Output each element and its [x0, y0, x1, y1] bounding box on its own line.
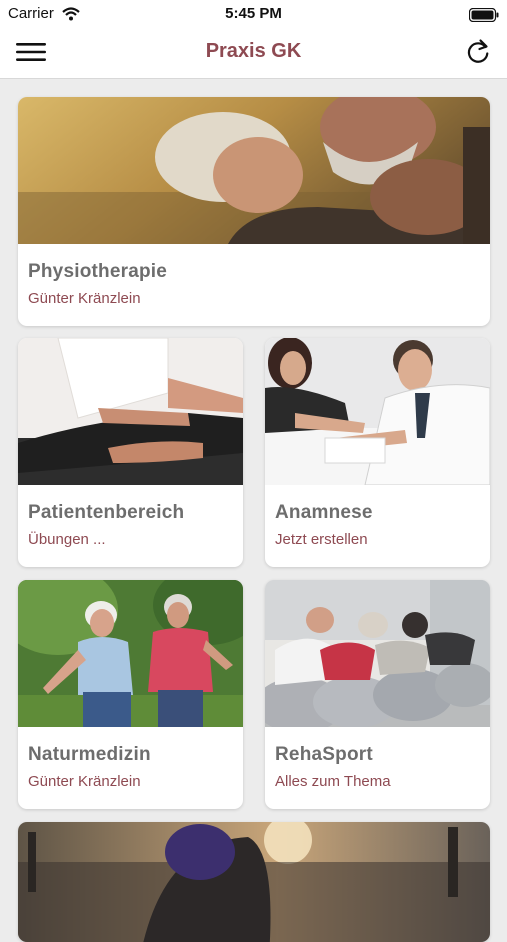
- tile-patientenbereich[interactable]: Patientenbereich Übungen ...: [18, 338, 243, 567]
- tile-image: [18, 822, 490, 942]
- status-bar: Carrier 5:45 PM: [0, 0, 507, 28]
- tile-subtitle: Günter Kränzlein: [28, 773, 141, 790]
- tile-partial[interactable]: [18, 822, 490, 942]
- tile-image: [265, 580, 490, 727]
- tile-subtitle: Alles zum Thema: [275, 773, 391, 790]
- tile-naturmedizin[interactable]: Naturmedizin Günter Kränzlein: [18, 580, 243, 809]
- tile-image: [265, 338, 490, 485]
- tile-title: Naturmedizin: [28, 744, 151, 765]
- tile-title: Physiotherapie: [28, 261, 168, 282]
- tile-image: [18, 338, 243, 485]
- tile-title: Anamnese: [275, 502, 373, 523]
- refresh-icon[interactable]: [465, 38, 491, 66]
- tile-subtitle: Jetzt erstellen: [275, 531, 368, 548]
- tile-title: Patientenbereich: [28, 502, 185, 523]
- navigation-bar: Praxis GK: [0, 28, 507, 79]
- tile-image: [18, 97, 490, 244]
- status-time: 5:45 PM: [225, 5, 282, 22]
- tile-subtitle: Günter Kränzlein: [28, 290, 141, 307]
- tile-physiotherapie[interactable]: Physiotherapie Günter Kränzlein: [18, 97, 490, 326]
- battery-icon: [468, 7, 499, 27]
- page-title: Praxis GK: [205, 40, 302, 62]
- tile-image: [18, 580, 243, 727]
- tile-title: RehaSport: [275, 744, 373, 765]
- tile-anamnese[interactable]: Anamnese Jetzt erstellen: [265, 338, 490, 567]
- tile-rehasport[interactable]: RehaSport Alles zum Thema: [265, 580, 490, 809]
- tile-subtitle: Übungen ...: [28, 531, 106, 548]
